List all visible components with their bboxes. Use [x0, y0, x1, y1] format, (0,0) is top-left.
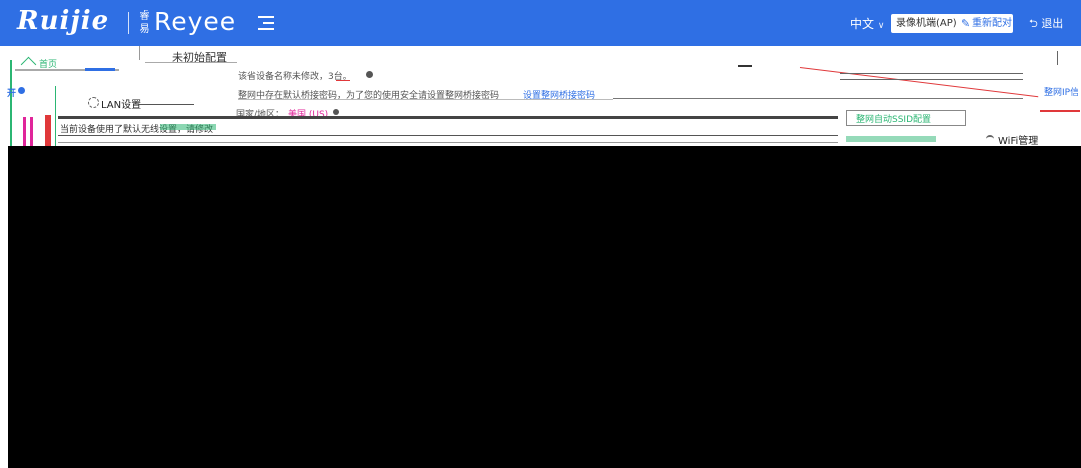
- top-header-bar: Ruijie 睿易 Reyee 中文 ∨ 录像机端(AP) ✎ 重新配对 ⮌ 退…: [0, 0, 1081, 46]
- notice-bar-red-2: [30, 117, 33, 146]
- device-mode-label: 录像机端(AP): [896, 18, 957, 29]
- divider-line: [145, 62, 237, 63]
- wifi-manage-item[interactable]: WiFi管理: [998, 132, 1038, 146]
- black-content-panel: [8, 146, 1081, 468]
- left-nav-accent: [85, 68, 115, 71]
- warning-underline: [238, 99, 613, 100]
- device-name-hint: 该省设备名称未修改，3台。: [238, 72, 352, 82]
- device-mode-box: 录像机端(AP) ✎ 重新配对: [891, 14, 1013, 33]
- dark-dash: [738, 65, 752, 67]
- notice-line-lower: [58, 142, 838, 143]
- gear-icon: [88, 97, 99, 108]
- reyee-logo: Reyee: [154, 7, 237, 36]
- right-line-1: [840, 73, 1023, 74]
- notice-green-mark: [160, 124, 216, 130]
- ruijie-logo: Ruijie: [17, 6, 110, 36]
- question-icon: [366, 71, 373, 78]
- logout-button[interactable]: ⮌ 退出: [1029, 15, 1063, 34]
- language-selector[interactable]: 中文 ∨: [850, 15, 884, 32]
- wifi-icon: [986, 135, 994, 143]
- glitched-content-area: 未初始配置 首页 开 LAN设置 该省设备名称未修改，3台。 整网中存在默认桥接…: [0, 46, 1081, 146]
- lan-underline: [139, 104, 194, 105]
- dashed-row-line: [613, 98, 1023, 99]
- network-ip-label[interactable]: 整网IP信: [1044, 85, 1078, 98]
- menu-toggle-icon[interactable]: [258, 16, 274, 30]
- lan-settings-item[interactable]: LAN设置: [101, 96, 141, 111]
- notice-bar-red-1: [23, 117, 26, 146]
- right-line-2: [840, 79, 1023, 80]
- pencil-icon[interactable]: ✎: [961, 14, 970, 33]
- left-open-label: 开: [7, 89, 17, 99]
- ssid-green-stripe: [846, 136, 936, 142]
- language-label: 中文: [850, 17, 875, 31]
- edit-icon[interactable]: [333, 109, 339, 115]
- left-border: [10, 60, 12, 146]
- info-icon: [18, 87, 25, 94]
- notice-bar-red-3: [45, 115, 51, 146]
- logout-label: 退出: [1041, 17, 1064, 30]
- vertical-divider: [139, 46, 140, 60]
- repair-pairing-link[interactable]: 重新配对: [972, 14, 1012, 33]
- ssid-box: [846, 110, 966, 126]
- ip-underline: [1040, 110, 1080, 112]
- chevron-down-icon: ∨: [877, 21, 885, 31]
- reyee-logo-mark: 睿易: [139, 11, 150, 35]
- notice-band: [58, 116, 838, 119]
- hint-count-underline: [336, 80, 350, 81]
- logo-separator: [128, 12, 129, 34]
- logout-icon: ⮌: [1029, 17, 1038, 30]
- red-diagonal-line: [799, 67, 1039, 98]
- notice-line: [58, 135, 838, 136]
- right-vert-line: [1057, 51, 1058, 65]
- left-vert-line: [55, 86, 56, 146]
